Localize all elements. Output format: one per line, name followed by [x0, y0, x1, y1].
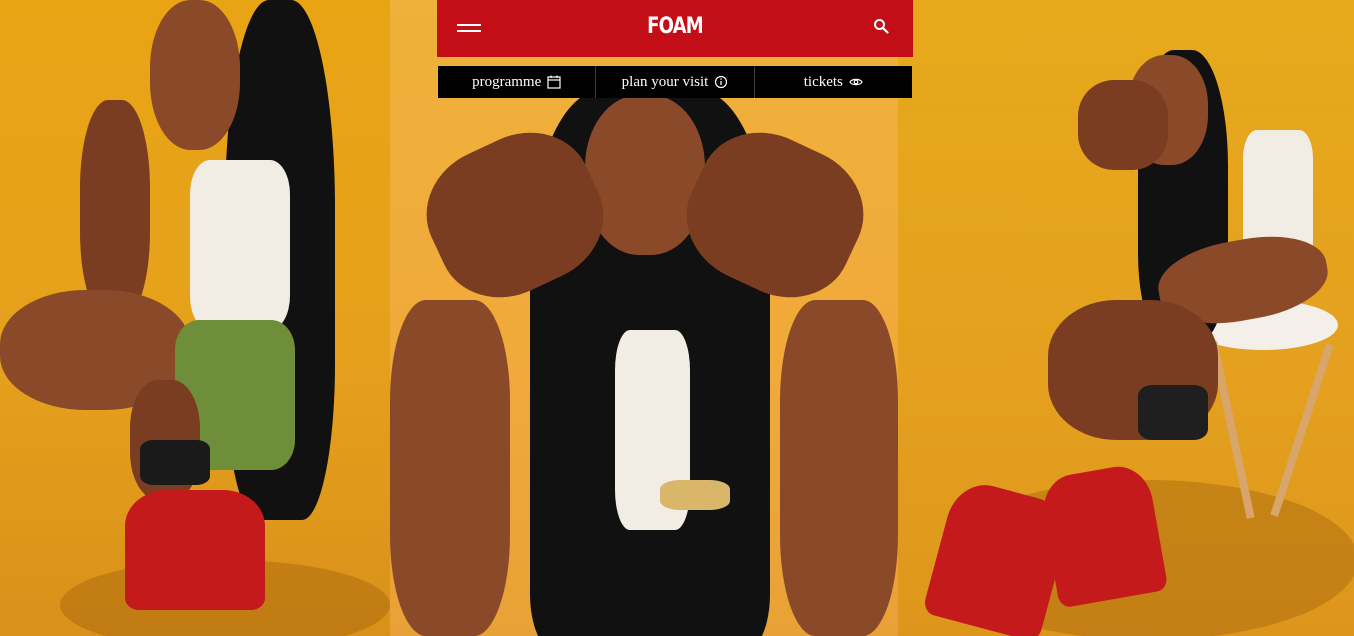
nav-item-label: tickets — [803, 73, 843, 90]
nav-item-label: plan your visit — [621, 73, 709, 90]
calendar-icon — [547, 75, 561, 89]
nav-item-label: programme — [472, 73, 542, 90]
nav-item-programme[interactable]: programme — [438, 66, 597, 98]
page: FOAM programme plan your visit tickets — [0, 0, 1354, 636]
hero-image-left — [0, 0, 390, 636]
main-nav: programme plan your visit tickets — [438, 66, 912, 98]
nav-item-plan-your-visit[interactable]: plan your visit — [596, 66, 755, 98]
info-icon — [714, 75, 728, 89]
eye-icon — [849, 75, 863, 89]
site-header: FOAM — [437, 0, 913, 57]
site-logo[interactable]: FOAM — [480, 14, 870, 39]
nav-item-tickets[interactable]: tickets — [755, 66, 912, 98]
search-icon[interactable] — [873, 18, 891, 36]
hero-image-right — [898, 0, 1354, 636]
